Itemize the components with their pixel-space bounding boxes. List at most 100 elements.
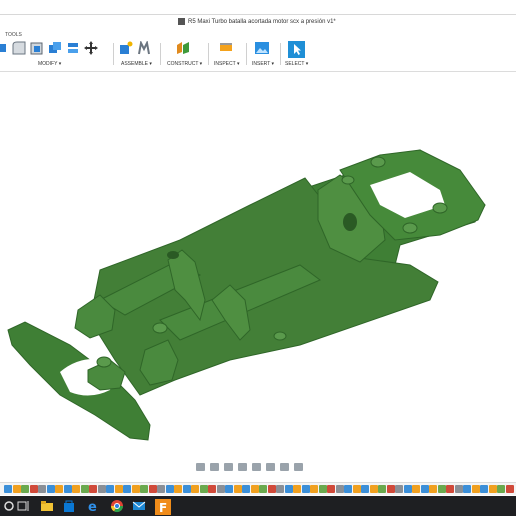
new-component-icon[interactable] (119, 41, 133, 55)
fit-icon[interactable] (252, 463, 261, 471)
timeline-feature-icon[interactable] (131, 485, 140, 493)
grid-settings-icon[interactable] (280, 463, 289, 471)
timeline-feature-icon[interactable] (191, 485, 199, 493)
timeline-feature-icon[interactable] (369, 485, 378, 493)
timeline-feature-icon[interactable] (97, 485, 106, 493)
timeline-feature-icon[interactable] (72, 485, 80, 493)
timeline-feature-icon[interactable] (293, 485, 301, 493)
press-pull-icon[interactable] (0, 41, 8, 55)
insert-image-icon[interactable] (255, 41, 269, 55)
measure-icon[interactable] (219, 41, 233, 55)
pan-icon[interactable] (224, 463, 233, 471)
timeline-feature-icon[interactable] (106, 485, 114, 493)
timeline-feature-icon[interactable] (386, 485, 395, 493)
timeline-feature-icon[interactable] (335, 485, 344, 493)
timeline-feature-icon[interactable] (403, 485, 412, 493)
orbit-icon[interactable] (196, 463, 205, 471)
timeline-feature-icon[interactable] (182, 485, 191, 493)
timeline-feature-icon[interactable] (497, 485, 505, 493)
timeline-feature-icon[interactable] (38, 485, 46, 493)
zoom-icon[interactable] (238, 463, 247, 471)
mail-icon[interactable] (132, 499, 146, 513)
timeline-feature-icon[interactable] (420, 485, 429, 493)
timeline-feature-icon[interactable] (454, 485, 463, 493)
combine-icon[interactable] (48, 41, 62, 55)
joint-icon[interactable] (137, 39, 151, 55)
align-icon[interactable] (66, 41, 80, 55)
assemble-menu[interactable]: ASSEMBLE ▾ (121, 61, 152, 67)
timeline-feature-icon[interactable] (148, 485, 157, 493)
svg-text:e: e (88, 500, 97, 513)
assemble-group: ASSEMBLE ▾ (119, 39, 152, 69)
move-icon[interactable] (84, 41, 98, 55)
timeline-feature-icon[interactable] (301, 485, 310, 493)
timeline-feature-icon[interactable] (174, 485, 182, 493)
timeline-feature-icon[interactable] (165, 485, 174, 493)
file-explorer-icon[interactable] (40, 499, 54, 513)
display-settings-icon[interactable] (266, 463, 275, 471)
history-timeline[interactable] (0, 482, 516, 495)
timeline-feature-icon[interactable] (446, 485, 454, 493)
timeline-feature-icon[interactable] (471, 485, 480, 493)
timeline-feature-icon[interactable] (352, 485, 361, 493)
insert-menu[interactable]: INSERT ▾ (252, 61, 274, 67)
timeline-feature-icon[interactable] (429, 485, 437, 493)
timeline-feature-icon[interactable] (89, 485, 97, 493)
timeline-feature-icon[interactable] (480, 485, 488, 493)
canvas-viewport[interactable] (0, 72, 516, 458)
timeline-feature-icon[interactable] (284, 485, 293, 493)
inspect-menu[interactable]: INSPECT ▾ (214, 61, 239, 67)
timeline-feature-icon[interactable] (318, 485, 327, 493)
timeline-feature-icon[interactable] (55, 485, 63, 493)
viewports-icon[interactable] (294, 463, 303, 471)
windows-start-icon[interactable] (2, 499, 16, 513)
offset-plane-icon[interactable] (176, 41, 190, 55)
timeline-feature-icon[interactable] (123, 485, 131, 493)
timeline-feature-icon[interactable] (259, 485, 267, 493)
chassis-model[interactable] (0, 72, 516, 458)
timeline-feature-icon[interactable] (216, 485, 225, 493)
timeline-feature-icon[interactable] (21, 485, 29, 493)
timeline-feature-icon[interactable] (488, 485, 497, 493)
timeline-feature-icon[interactable] (29, 485, 38, 493)
timeline-feature-icon[interactable] (505, 485, 514, 493)
timeline-feature-icon[interactable] (437, 485, 446, 493)
timeline-feature-icon[interactable] (242, 485, 250, 493)
timeline-feature-icon[interactable] (208, 485, 216, 493)
timeline-feature-icon[interactable] (378, 485, 386, 493)
timeline-feature-icon[interactable] (4, 485, 12, 493)
fillet-icon[interactable] (12, 41, 26, 55)
timeline-feature-icon[interactable] (140, 485, 148, 493)
timeline-feature-icon[interactable] (310, 485, 318, 493)
shell-icon[interactable] (30, 41, 44, 55)
modify-menu[interactable]: MODIFY ▾ (38, 61, 61, 67)
timeline-feature-icon[interactable] (80, 485, 89, 493)
timeline-feature-icon[interactable] (157, 485, 165, 493)
timeline-feature-icon[interactable] (114, 485, 123, 493)
edge-icon[interactable]: e (86, 499, 100, 515)
chrome-icon[interactable] (110, 499, 124, 513)
timeline-feature-icon[interactable] (361, 485, 369, 493)
timeline-feature-icon[interactable] (225, 485, 233, 493)
fusion-360-icon[interactable]: F (155, 499, 171, 515)
timeline-feature-icon[interactable] (327, 485, 335, 493)
store-icon[interactable] (62, 499, 76, 513)
timeline-feature-icon[interactable] (46, 485, 55, 493)
document-tab[interactable]: R5 Maxi Turbo batalla acortada motor scx… (178, 18, 336, 25)
timeline-feature-icon[interactable] (267, 485, 276, 493)
timeline-feature-icon[interactable] (199, 485, 208, 493)
select-cursor-icon[interactable] (288, 41, 305, 58)
timeline-feature-icon[interactable] (463, 485, 471, 493)
look-at-icon[interactable] (210, 463, 219, 471)
construct-menu[interactable]: CONSTRUCT ▾ (167, 61, 202, 67)
timeline-feature-icon[interactable] (233, 485, 242, 493)
select-menu[interactable]: SELECT ▾ (285, 61, 308, 67)
timeline-feature-icon[interactable] (12, 485, 21, 493)
timeline-feature-icon[interactable] (395, 485, 403, 493)
task-view-icon[interactable] (16, 499, 30, 513)
timeline-feature-icon[interactable] (250, 485, 259, 493)
timeline-feature-icon[interactable] (63, 485, 72, 493)
timeline-feature-icon[interactable] (276, 485, 284, 493)
timeline-feature-icon[interactable] (412, 485, 420, 493)
timeline-feature-icon[interactable] (344, 485, 352, 493)
